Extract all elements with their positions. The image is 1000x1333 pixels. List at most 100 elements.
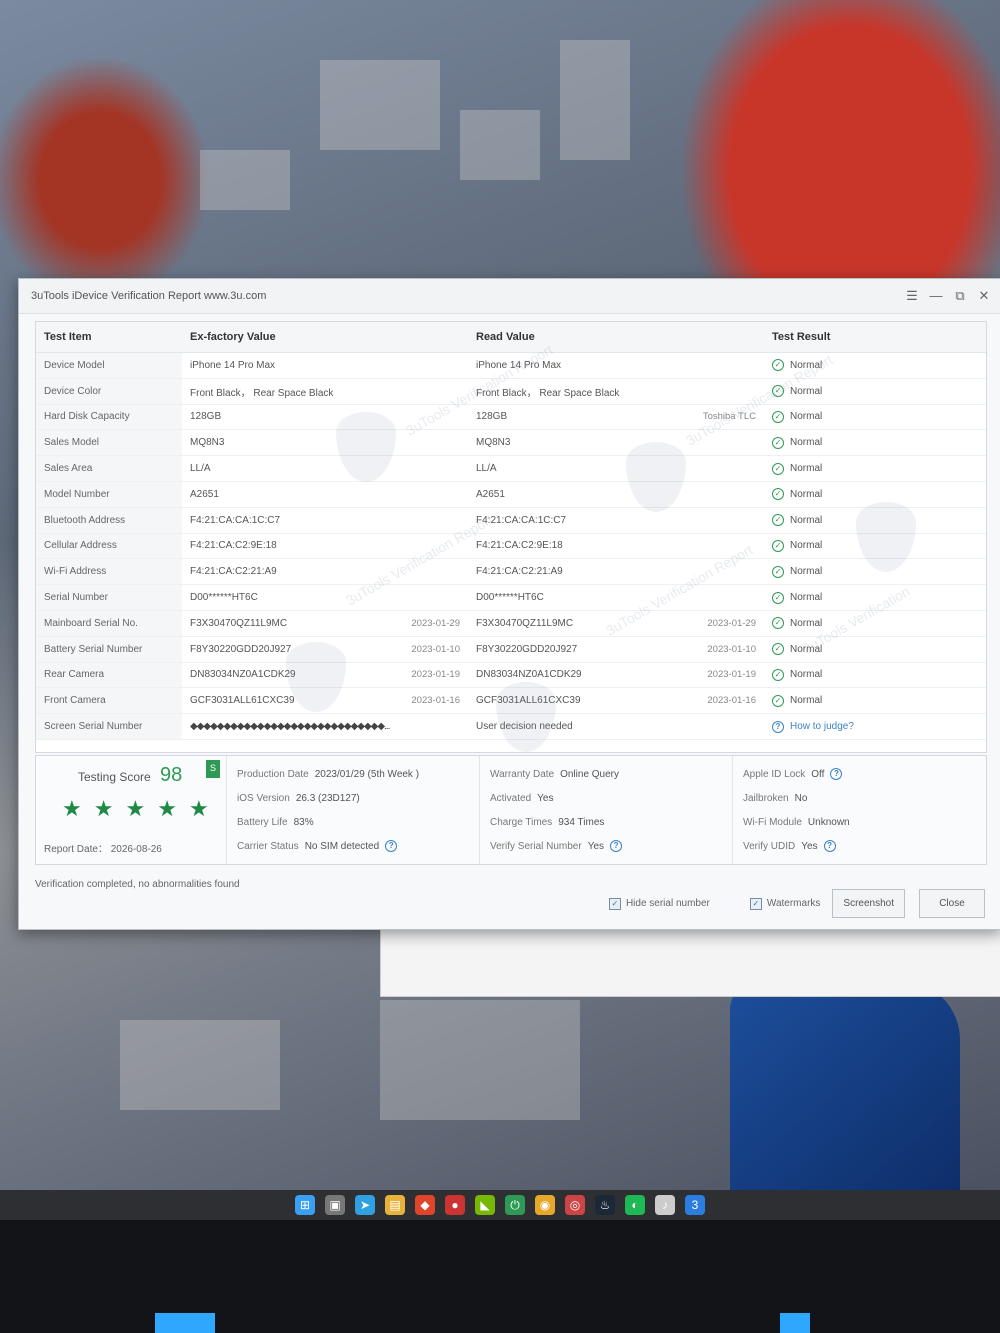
read-value-note: 2023-01-16 [707,695,756,707]
read-value-cell: 128GB Toshiba TLC [468,404,764,431]
read-value-cell: DN83034NZ0A1CDK29 2023-01-19 [468,662,764,689]
test-item-label: Model Number [36,481,182,508]
read-value: Front Black， Rear Space Black [476,387,620,399]
ex-factory-cell: 128GB [182,404,468,431]
info-value: Yes [801,840,818,852]
app-icon[interactable]: ● [445,1195,465,1215]
brave-icon[interactable]: ◆ [415,1195,435,1215]
info-value: Yes [587,840,605,852]
chrome-icon[interactable]: ◉ [535,1195,555,1215]
power-icon[interactable]: ⏻ [505,1195,525,1215]
read-value-cell: iPhone 14 Pro Max [468,352,764,379]
help-icon[interactable]: ? [610,840,623,852]
test-item-label: Sales Area [36,455,182,482]
table-row: Battery Serial Number F8Y30220GDD20J927 20… [36,636,986,663]
test-result-value: Normal [790,617,823,629]
table-row: Device Model iPhone 14 Pro Max iPhone 14 P… [36,352,986,379]
read-value-cell: MQ8N3 [468,429,764,457]
how-to-judge-link[interactable]: How to judge? [790,721,854,732]
test-result-cell: ✓ Normal [764,558,986,586]
3utools-icon[interactable]: 3 [685,1195,705,1215]
ex-factory-value: Front Black， Rear Space Black [190,387,334,399]
info-value: Yes [537,792,554,804]
header-read-value: Read Value [468,322,764,353]
info-value: 83% [293,816,314,828]
close-icon[interactable]: ✕ [977,288,991,304]
files-icon[interactable]: ▤ [385,1195,405,1215]
test-item-label: Screen Serial Number [36,713,182,740]
help-icon[interactable]: ? [823,840,836,852]
checkbox-checked-icon[interactable]: ✓ [749,897,762,910]
table-row: Wi-Fi Address F4:21:CA:C2:21:A9 F4:21:CA:C… [36,558,986,586]
windows-icon[interactable]: ⊞ [295,1195,315,1215]
info-value: 934 Times [558,816,605,828]
info-label: Carrier Status [237,840,299,852]
watermarks-label: Watermarks [766,898,821,909]
telegram-icon[interactable]: ➤ [355,1195,375,1215]
spotify-icon[interactable]: ◐ [625,1195,645,1215]
test-result-cell: ✓ Normal [764,352,986,379]
nvidia-icon[interactable]: ◣ [475,1195,495,1215]
verification-table: 3uTools Verification Report 3uTools Veri… [35,321,987,753]
test-result-cell: ✓ Normal [764,378,986,405]
check-circle-icon: ✓ [772,617,784,630]
table-row: Sales Model MQ8N3 MQ8N3 ✓ Normal [36,429,986,457]
minimize-icon[interactable]: — [929,288,943,304]
test-result-cell: ✓ Normal [764,662,986,689]
read-value: F8Y30220GDD20J927 [476,643,578,655]
ex-factory-value: F4:21:CA:CA:1C:C7 [190,514,281,526]
test-item-label: Rear Camera [36,662,182,689]
ex-factory-value: GCF3031ALL61CXC39 [190,695,295,707]
test-result-cell[interactable]: ? How to judge? [764,713,986,740]
test-result-cell: ✓ Normal [764,636,986,663]
read-value: F3X30470QZ11L9MC [476,617,574,629]
check-circle-icon: ✓ [772,436,784,449]
ex-factory-cell: Front Black， Rear Space Black [182,378,468,405]
ex-factory-value: F4:21:CA:C2:9E:18 [190,540,277,552]
ex-factory-date: 2023-01-10 [411,643,460,655]
ex-factory-cell: F4:21:CA:CA:1C:C7 [182,507,468,534]
info-row: Verify UDID Yes? [743,834,976,858]
checkbox-checked-icon[interactable]: ✓ [608,897,621,910]
hide-serial-checkbox[interactable]: ✓ Hide serial number [608,897,710,910]
online-query-link[interactable]: Online Query [560,769,619,780]
info-label: Apple ID Lock [743,768,806,780]
watermarks-checkbox[interactable]: ✓ Watermarks [749,897,821,910]
screenshot-button[interactable]: Screenshot [832,889,905,918]
info-label: Verify Serial Number [490,840,582,852]
menu-icon[interactable]: ☰ [905,288,919,304]
read-value-note: 2023-01-19 [707,669,756,681]
help-icon[interactable]: ? [385,840,398,852]
test-result-cell: ✓ Normal [764,455,986,482]
steam-icon[interactable]: ♨ [595,1195,615,1215]
ex-factory-cell: LL/A [182,455,468,482]
check-circle-icon: ✓ [772,462,784,475]
test-result-value: Normal [790,385,823,397]
ex-factory-cell: iPhone 14 Pro Max [182,352,468,379]
help-icon[interactable]: ? [772,720,784,733]
background-window [380,925,1000,997]
ex-factory-date: 2023-01-29 [411,617,460,629]
info-label: Verify UDID [743,840,796,852]
test-result-value: Normal [790,411,823,423]
ex-factory-date: 2023-01-16 [411,695,460,707]
check-circle-icon: ✓ [772,591,784,604]
music-icon[interactable]: ♪ [655,1195,675,1215]
close-button[interactable]: Close [919,889,985,918]
app2-icon[interactable]: ◎ [565,1195,585,1215]
test-item-label: Hard Disk Capacity [36,404,182,431]
store-icon[interactable]: ▣ [325,1195,345,1215]
ex-factory-cell: MQ8N3 [182,429,468,457]
help-icon[interactable]: ? [830,768,843,780]
info-row: Production Date 2023/01/29 (5th Week ) [237,762,469,786]
summary-panel: Testing Score 98 S ★ ★ ★ ★ ★ Report Date： 20… [35,755,987,865]
ex-factory-value: LL/A [190,463,211,475]
read-value-cell: A2651 [468,481,764,508]
verification-report-window: 3uTools iDevice Verification Report www.… [18,278,1000,930]
ex-factory-value: A2651 [190,488,219,500]
table-row: Rear Camera DN83034NZ0A1CDK29 2023-01-19 DN… [36,662,986,689]
read-value: A2651 [476,488,505,500]
read-value: F4:21:CA:C2:21:A9 [476,566,563,578]
test-result-value: Normal [790,488,823,500]
restore-icon[interactable]: ⧉ [953,288,967,304]
